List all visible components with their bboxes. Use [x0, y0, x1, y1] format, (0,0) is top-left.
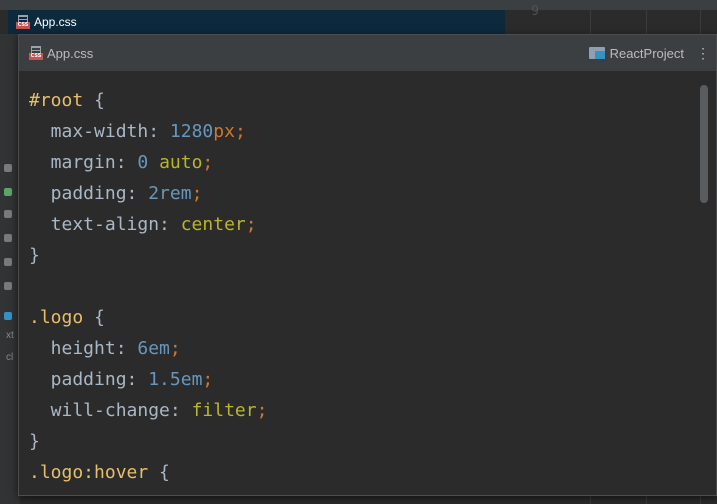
left-tool-strip: xt cl — [0, 34, 20, 504]
code-token: 1.5em — [148, 369, 203, 390]
project-name: ReactProject — [609, 45, 684, 61]
project-link[interactable]: ReactProject — [588, 45, 684, 61]
code-token: } — [29, 245, 40, 266]
code-token: ; — [191, 183, 203, 204]
code-token: { — [83, 307, 105, 328]
editor-tab[interactable]: CSS App.css — [8, 10, 505, 34]
code-token: padding: — [29, 369, 149, 390]
code-token: px — [213, 121, 235, 142]
code-line[interactable]: text-align: center; — [29, 209, 696, 240]
code-line[interactable]: #root { — [29, 85, 696, 116]
code-view[interactable]: #root { max-width: 1280px; margin: 0 aut… — [29, 85, 696, 488]
code-token: ; — [169, 338, 181, 359]
code-token: 6em — [137, 338, 170, 359]
code-token: ; — [245, 214, 257, 235]
code-token: 1280 — [169, 121, 214, 142]
tool-marker[interactable] — [4, 164, 12, 172]
code-token: 2rem — [148, 183, 192, 204]
tool-marker[interactable] — [4, 312, 12, 320]
more-options-icon[interactable]: ⋮ — [696, 45, 710, 62]
code-token: ; — [202, 152, 214, 173]
code-token: margin: — [29, 152, 138, 173]
css-file-icon: CSS — [29, 46, 43, 60]
code-token: { — [148, 462, 170, 483]
code-token: filter — [191, 400, 257, 421]
code-token: } — [29, 431, 40, 452]
code-token: { — [83, 90, 105, 111]
code-token: auto — [159, 152, 203, 173]
code-token: .logo — [29, 307, 84, 328]
code-token: .logo:hover — [29, 462, 149, 483]
strip-text: cl — [6, 352, 14, 363]
editor-tab-label: App.css — [34, 15, 77, 29]
code-token: #root — [29, 90, 84, 111]
code-line[interactable]: } — [29, 426, 696, 457]
code-line[interactable]: will-change: filter; — [29, 395, 696, 426]
code-line[interactable]: padding: 1.5em; — [29, 364, 696, 395]
code-token: 0 — [137, 152, 149, 173]
code-line[interactable]: } — [29, 240, 696, 271]
code-token: height: — [29, 338, 138, 359]
code-token: ; — [202, 369, 214, 390]
code-token: will-change: — [29, 400, 192, 421]
code-token: text-align: — [29, 214, 181, 235]
code-line[interactable]: height: 6em; — [29, 333, 696, 364]
code-line[interactable]: .logo:hover { — [29, 457, 696, 488]
code-line[interactable] — [29, 271, 696, 302]
code-token: padding: — [29, 183, 149, 204]
tool-marker[interactable] — [4, 210, 12, 218]
folder-icon — [588, 47, 605, 59]
tool-marker[interactable] — [4, 234, 12, 242]
code-token: max-width: — [29, 121, 170, 142]
background-toolbar — [0, 0, 717, 10]
popup-title-label: App.css — [47, 45, 94, 61]
ide-window: CSS App.css 9 xt cl CSS App.css ReactPro… — [0, 0, 717, 504]
code-line[interactable]: max-width: 1280px; — [29, 116, 696, 147]
tool-marker[interactable] — [4, 282, 12, 290]
code-line[interactable]: padding: 2rem; — [29, 178, 696, 209]
popup-header: CSS App.css ReactProject ⋮ — [19, 35, 716, 71]
background-line-number: 9 — [531, 4, 539, 19]
popup-title: CSS App.css — [29, 46, 93, 61]
vertical-scrollbar[interactable] — [700, 85, 708, 203]
tool-marker[interactable] — [4, 188, 12, 196]
tool-marker[interactable] — [4, 258, 12, 266]
quick-definition-popup: CSS App.css ReactProject ⋮ #root { max-w… — [18, 34, 717, 496]
css-file-icon: CSS — [16, 15, 30, 29]
code-token: ; — [256, 400, 268, 421]
strip-text: xt — [6, 330, 14, 341]
code-token: ; — [234, 121, 246, 142]
code-line[interactable]: .logo { — [29, 302, 696, 333]
code-token: center — [180, 214, 246, 235]
code-line[interactable]: margin: 0 auto; — [29, 147, 696, 178]
